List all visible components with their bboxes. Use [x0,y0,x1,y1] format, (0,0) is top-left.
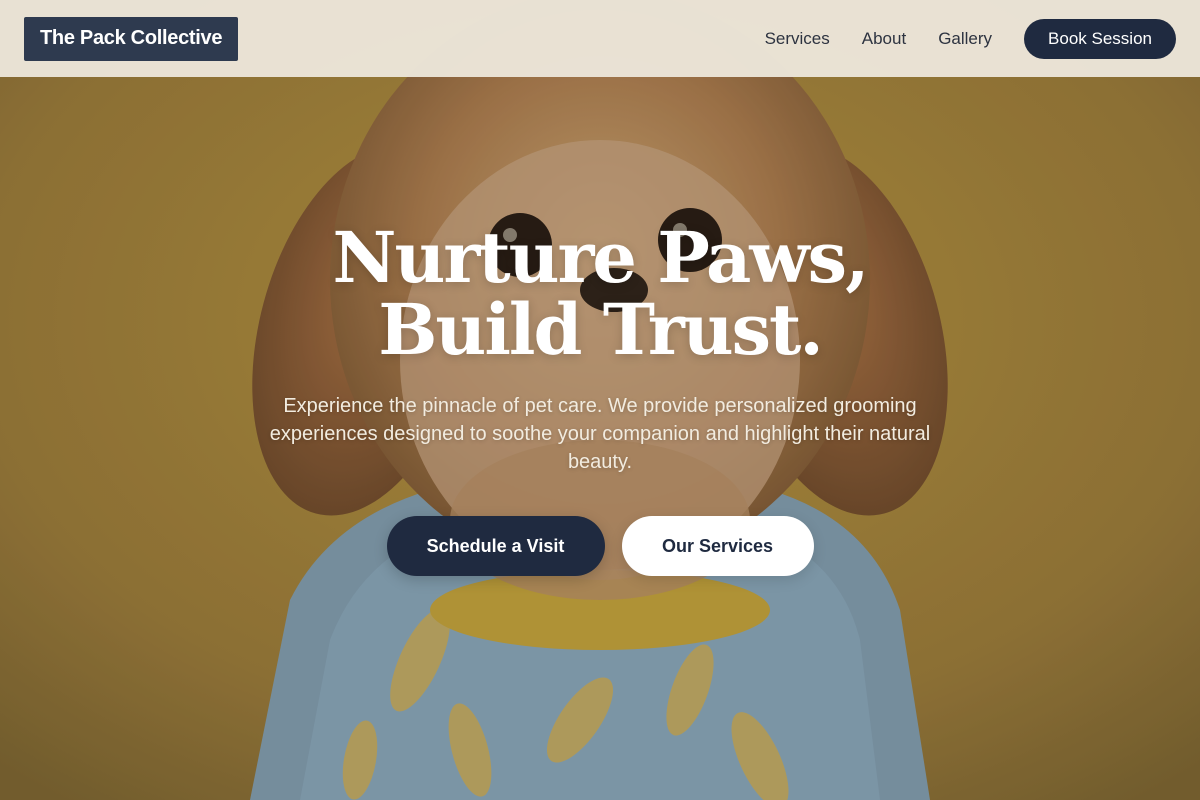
book-session-button[interactable]: Book Session [1024,18,1176,59]
nav-link-services[interactable]: Services [765,29,830,49]
site-header: The Pack Collective Services About Galle… [0,0,1200,77]
hero-headline: Nurture Paws, Build Trust. [332,216,870,371]
nav-link-gallery[interactable]: Gallery [938,29,992,49]
main-nav: Services About Gallery Book Session [765,18,1176,59]
brand-logo[interactable]: The Pack Collective [24,16,239,61]
our-services-button[interactable]: Our Services [621,516,814,576]
schedule-visit-button[interactable]: Schedule a Visit [386,516,605,576]
hero-section: Nurture Paws, Build Trust. Experience th… [0,222,1200,576]
hero-headline-line-2: Build Trust. [378,288,823,371]
nav-link-about[interactable]: About [862,29,906,49]
hero-cta-row: Schedule a Visit Our Services [386,516,814,576]
hero-headline-line-1: Nurture Paws, [332,216,870,299]
hero-subtext: Experience the pinnacle of pet care. We … [269,395,931,473]
